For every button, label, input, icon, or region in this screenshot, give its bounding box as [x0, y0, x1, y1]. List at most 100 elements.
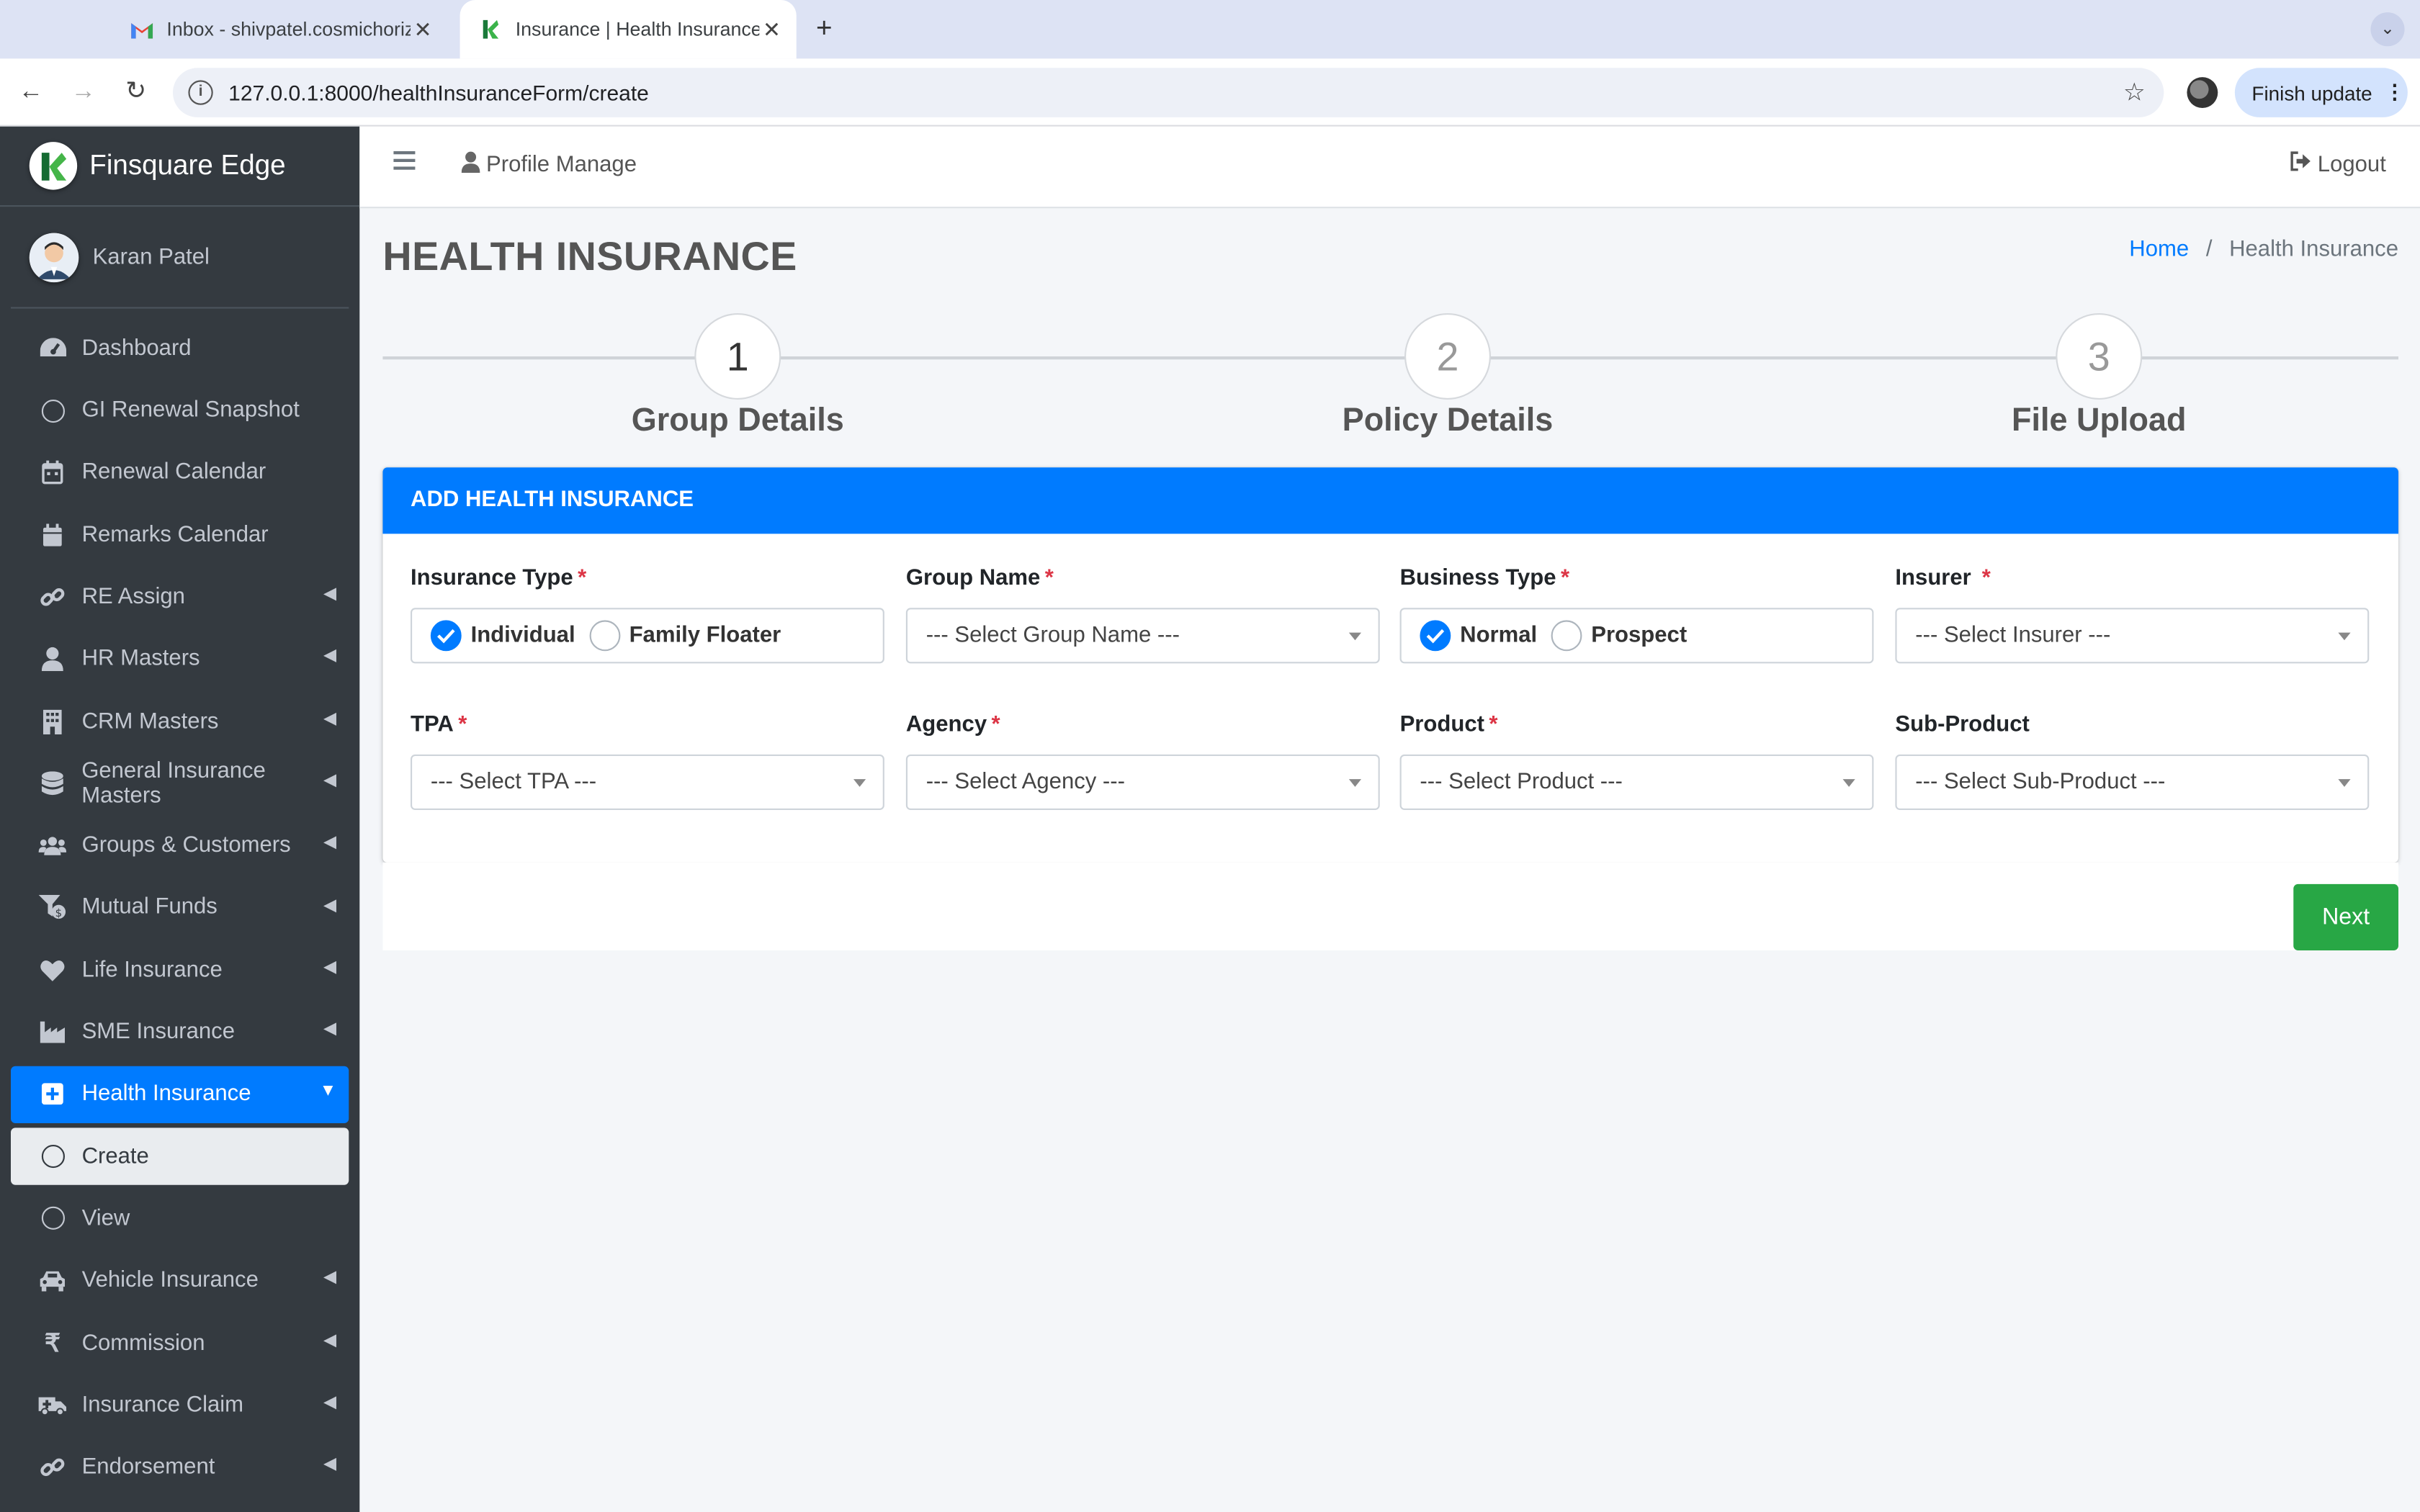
family-floater-radio-label[interactable]: Family Floater — [629, 624, 781, 648]
back-arrow-icon[interactable]: ← — [15, 77, 46, 108]
chevron-left-icon: ◀ — [323, 585, 337, 604]
sidebar-item-label: Dashboard — [81, 336, 192, 361]
users-icon — [38, 832, 67, 860]
sidebar-subitem-create[interactable]: Create — [11, 1128, 349, 1186]
industry-icon — [39, 1018, 67, 1046]
breadcrumb-home-link[interactable]: Home — [2129, 238, 2189, 262]
site-info-icon[interactable]: i — [188, 80, 213, 105]
dropdown-caret-icon — [1348, 632, 1361, 641]
forward-arrow-icon[interactable]: → — [68, 77, 99, 108]
step-1-circle[interactable]: 1 — [694, 313, 781, 400]
sidebar-item-crm-masters[interactable]: CRM Masters ◀ — [11, 693, 349, 750]
tab-search-chevron-icon[interactable]: ⌄ — [2370, 12, 2405, 47]
tpa-select[interactable]: --- Select TPA --- — [411, 754, 884, 810]
product-select[interactable]: --- Select Product --- — [1399, 754, 1874, 810]
hamburger-menu-icon[interactable] — [393, 151, 416, 174]
browser-profile-avatar[interactable] — [2187, 77, 2218, 108]
ambulance-icon — [38, 1391, 67, 1419]
sidebar-subitem-view[interactable]: View — [11, 1189, 349, 1247]
chevron-left-icon: ◀ — [323, 1393, 337, 1412]
normal-radio[interactable] — [1420, 620, 1451, 652]
individual-radio-label[interactable]: Individual — [471, 624, 575, 648]
tpa-field: TPA * --- Select TPA --- — [411, 713, 884, 810]
close-tab-icon[interactable]: ✕ — [411, 17, 435, 42]
insurance-type-radio-group: Individual Family Floater — [411, 608, 884, 664]
calendar-icon — [39, 521, 67, 549]
sidebar-item-dashboard[interactable]: Dashboard — [11, 320, 349, 377]
sub-product-select[interactable]: --- Select Sub-Product --- — [1895, 754, 2370, 810]
business-type-radio-group: Normal Prospect — [1399, 608, 1874, 664]
calendar-icon — [39, 459, 67, 487]
sidebar-item-general-insurance-masters[interactable]: General Insurance Masters ◀ — [11, 755, 349, 812]
step-2-circle[interactable]: 2 — [1404, 313, 1491, 400]
sidebar-item-health-insurance[interactable]: Health Insurance ▼ — [11, 1065, 349, 1124]
sidebar-item-commission[interactable]: ₹ Commission ◀ — [11, 1314, 349, 1372]
chevron-left-icon: ◀ — [323, 1020, 337, 1039]
finish-update-button[interactable]: Finish update ⋮ — [2234, 68, 2408, 117]
individual-radio[interactable] — [430, 620, 462, 652]
insurer-select[interactable]: --- Select Insurer --- — [1895, 608, 2370, 664]
sidebar-item-gi-renewal-snapshot[interactable]: GI Renewal Snapshot — [11, 382, 349, 439]
step-2-label: Policy Details — [1342, 402, 1554, 438]
sidebar-item-sme-insurance[interactable]: SME Insurance ◀ — [11, 1003, 349, 1061]
chevron-left-icon: ◀ — [323, 771, 337, 791]
funnel-dollar-icon: $ — [38, 894, 67, 922]
sidebar-item-remarks-calendar[interactable]: Remarks Calendar — [11, 506, 349, 564]
prospect-radio-label[interactable]: Prospect — [1591, 624, 1687, 648]
browser-tab-insurance[interactable]: Insurance | Health Insurance ✕ — [460, 0, 797, 59]
sidebar-item-life-insurance[interactable]: Life Insurance ◀ — [11, 941, 349, 999]
sidebar-item-hr-masters[interactable]: HR Masters ◀ — [11, 630, 349, 688]
sidebar-item-vehicle-insurance[interactable]: Vehicle Insurance ◀ — [11, 1252, 349, 1310]
prospect-radio[interactable] — [1551, 620, 1582, 652]
bookmark-star-icon[interactable]: ☆ — [2123, 77, 2146, 108]
sidebar-item-groups-customers[interactable]: Groups & Customers ◀ — [11, 816, 349, 874]
brand-link[interactable]: Finsquare Edge — [0, 127, 360, 207]
circle-icon — [39, 397, 67, 425]
sidebar-item-insurance-claim[interactable]: Insurance Claim ◀ — [11, 1377, 349, 1434]
reload-icon[interactable]: ↻ — [120, 77, 151, 108]
step-3-circle[interactable]: 3 — [2056, 313, 2143, 400]
sidebar-item-label: CRM Masters — [81, 708, 219, 734]
group-name-label: Group Name * — [905, 566, 1054, 591]
family-floater-radio[interactable] — [588, 620, 620, 652]
link-icon — [39, 1454, 67, 1482]
site-favicon-icon — [478, 17, 503, 42]
normal-radio-label[interactable]: Normal — [1460, 624, 1537, 648]
sidebar-item-renewal-calendar[interactable]: Renewal Calendar — [11, 444, 349, 501]
card-header: ADD HEALTH INSURANCE — [382, 467, 2399, 534]
sub-product-label: Sub-Product — [1895, 712, 2030, 738]
browser-tab-bar: Inbox - shivpatel.cosmichorizon ✕ Insura… — [0, 0, 2420, 59]
next-button[interactable]: Next — [2293, 883, 2398, 950]
sidebar-item-label: HR Masters — [81, 647, 200, 672]
agency-select[interactable]: --- Select Agency --- — [905, 754, 1380, 810]
page-title: HEALTH INSURANCE — [382, 233, 797, 279]
sidebar-item-label: Commission — [81, 1331, 205, 1356]
chevron-left-icon: ◀ — [323, 709, 337, 728]
url-bar[interactable]: i 127.0.0.1:8000/healthInsuranceForm/cre… — [173, 68, 2164, 117]
sidebar-item-mutual-funds[interactable]: $ Mutual Funds ◀ — [11, 879, 349, 937]
user-panel[interactable]: Karan Patel — [11, 207, 349, 309]
logout-link[interactable]: Logout — [2290, 151, 2386, 177]
sign-out-icon — [2290, 151, 2311, 177]
sidebar-item-re-assign[interactable]: RE Assign ◀ — [11, 568, 349, 626]
business-type-field: Business Type * Normal Prospect — [1399, 566, 1874, 664]
sidebar-item-label: Insurance Claim — [81, 1392, 244, 1418]
profile-manage-link[interactable]: Profile Manage — [461, 151, 637, 179]
browser-tab-gmail[interactable]: Inbox - shivpatel.cosmichorizon ✕ — [111, 0, 447, 58]
finish-update-label: Finish update — [2251, 81, 2372, 104]
url-text: 127.0.0.1:8000/healthInsuranceForm/creat… — [228, 80, 649, 105]
dropdown-caret-icon — [853, 779, 866, 787]
breadcrumb: Home / Health Insurance — [2129, 238, 2398, 262]
database-icon — [39, 770, 66, 798]
sidebar-item-label: Life Insurance — [81, 958, 223, 983]
new-tab-icon[interactable]: + — [809, 12, 840, 43]
sidebar-item-label: View — [81, 1206, 130, 1231]
group-name-field: Group Name * --- Select Group Name --- — [905, 566, 1380, 664]
agency-label: Agency * — [905, 712, 1000, 738]
group-name-select[interactable]: --- Select Group Name --- — [905, 608, 1380, 664]
screen: Inbox - shivpatel.cosmichorizon ✕ Insura… — [0, 0, 2420, 1512]
close-tab-icon[interactable]: ✕ — [759, 17, 784, 42]
rupee-icon: ₹ — [44, 1331, 60, 1357]
sidebar-item-endorsement[interactable]: Endorsement ◀ — [11, 1439, 349, 1496]
product-label: Product * — [1399, 712, 1498, 738]
